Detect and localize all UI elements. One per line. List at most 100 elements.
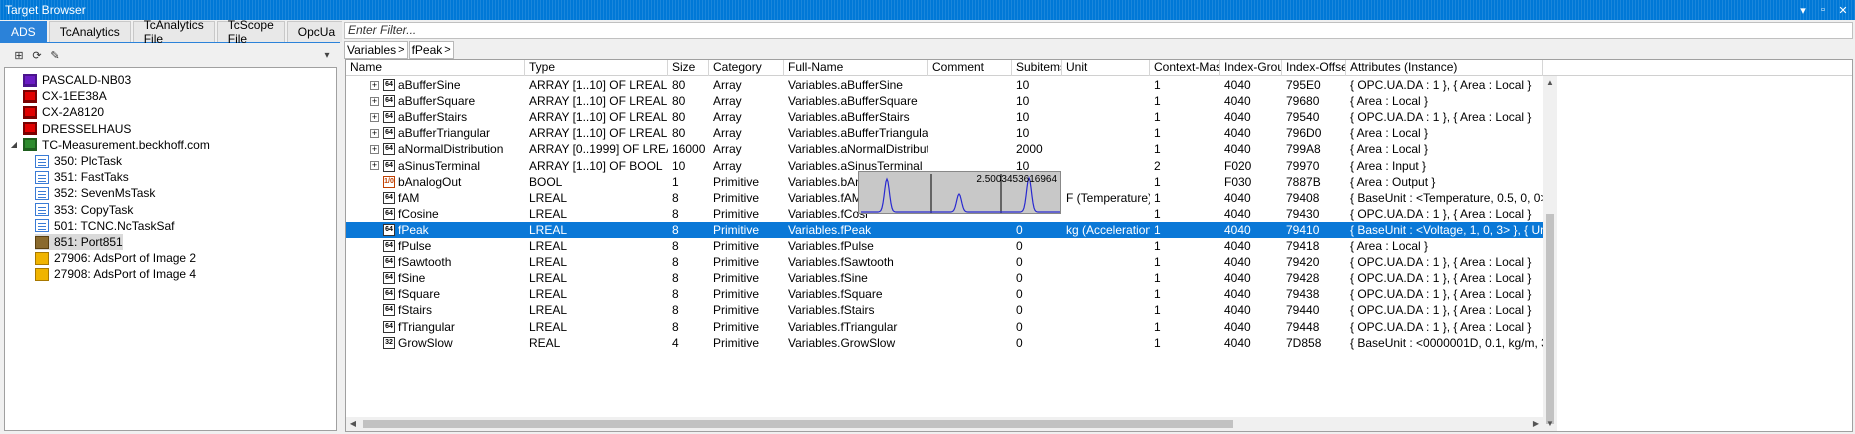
tree-view-icon[interactable]: ⊞ [12, 48, 26, 62]
cell-fullname: Variables.fSawtooth [788, 255, 894, 270]
tree-item[interactable]: 350: PlcTask [35, 153, 122, 169]
expand-icon[interactable]: + [370, 144, 379, 154]
variable-name: fAM [398, 190, 420, 205]
tab-tcscope-file[interactable]: TcScope File [216, 18, 285, 46]
column-header-unit[interactable]: Unit [1062, 60, 1150, 76]
tree-item[interactable]: 27908: AdsPort of Image 4 [35, 266, 196, 282]
column-header-index-offset[interactable]: Index-Offset [1282, 60, 1346, 76]
tree-item[interactable]: 851: Port851 [35, 234, 123, 250]
tree-item[interactable]: ◢ TC-Measurement.beckhoff.com [9, 137, 210, 153]
breadcrumb-item[interactable]: Variables > [344, 41, 408, 59]
column-header-category[interactable]: Category [709, 60, 784, 76]
column-header-attributes-instance[interactable]: Attributes (Instance) [1346, 60, 1543, 76]
scroll-left-icon[interactable]: ◀ [346, 417, 360, 431]
wrench-icon[interactable]: ✎ [48, 48, 62, 62]
target-tree[interactable]: PASCALD-NB03 CX-1EE38A CX-2A8120 DRESSELHAU… [4, 67, 337, 431]
lreal-variable-icon: 64 [383, 159, 395, 172]
scroll-up-icon[interactable]: ▲ [1543, 76, 1557, 90]
column-header-context-mask[interactable]: Context-Mask [1150, 60, 1220, 76]
expand-icon[interactable]: + [370, 161, 379, 170]
expand-icon[interactable]: + [370, 128, 379, 138]
table-row[interactable]: +64 aNormalDistribution ARRAY [0..1999] OF… [346, 141, 1553, 157]
pin-icon[interactable]: ▾ [320, 48, 334, 62]
breadcrumb-chevron-icon[interactable]: > [444, 44, 450, 56]
expand-icon[interactable]: + [370, 112, 379, 122]
table-row[interactable]: 64 fSine LREAL 8 Primitive Variables.fSine 0 1 4… [346, 270, 1553, 286]
vertical-scroll-thumb[interactable] [1546, 214, 1554, 424]
cell-ig: 4040 [1224, 126, 1251, 141]
cell-ctx: 1 [1154, 255, 1161, 270]
tree-item[interactable]: 351: FastTaks [35, 169, 129, 185]
cell-ig: F020 [1224, 158, 1252, 173]
table-row[interactable]: +64 aBufferSquare ARRAY [1..10] OF LREAL 80… [346, 93, 1553, 109]
expand-icon[interactable]: + [370, 96, 379, 106]
horizontal-scrollbar[interactable]: ◀ ▶ [346, 417, 1543, 431]
tree-item[interactable]: CX-1EE38A [9, 88, 107, 104]
tree-item[interactable]: CX-2A8120 [9, 104, 104, 120]
vertical-scrollbar[interactable]: ▲ ▼ [1543, 76, 1557, 431]
tree-item[interactable]: 352: SevenMsTask [35, 185, 155, 201]
collapse-icon[interactable]: ◢ [9, 140, 19, 149]
name-cell: 64 fSawtooth [346, 254, 525, 270]
name-cell: 64 fSine [346, 270, 525, 286]
table-row[interactable]: 64 fPulse LREAL 8 Primitive Variables.fPulse 0… [346, 238, 1553, 254]
cell-unit [1062, 270, 1150, 286]
table-row[interactable]: +64 aBufferSine ARRAY [1..10] OF LREAL 80 Ar… [346, 77, 1553, 93]
scroll-down-icon[interactable]: ▼ [1543, 417, 1557, 431]
table-row[interactable]: 64 fSquare LREAL 8 Primitive Variables.fSquar… [346, 286, 1553, 302]
table-row[interactable]: 64 fTriangular LREAL 8 Primitive Variables.fT… [346, 319, 1553, 335]
cell-io: 79428 [1286, 271, 1320, 286]
cell-attr: { BaseUnit : <Temperature, 0.5, 0, 0> },… [1350, 190, 1543, 205]
cell-ig: 4040 [1224, 335, 1251, 350]
tab-ads[interactable]: ADS [0, 21, 47, 42]
cell-type: ARRAY [1..10] OF LREAL [529, 94, 668, 109]
cell-subitems: 0 [1016, 239, 1023, 253]
table-row[interactable]: 32 GrowSlow REAL 4 Primitive Variables.GrowSl… [346, 335, 1553, 351]
refresh-icon[interactable]: ⟳ [30, 48, 44, 62]
cell-subitems: 10 [1016, 110, 1030, 125]
dropdown-icon[interactable]: ▾ [1795, 2, 1811, 18]
table-row[interactable]: +64 aBufferTriangular ARRAY [1..10] OF LRE… [346, 125, 1553, 141]
expand-icon[interactable]: + [370, 80, 379, 90]
pin-icon[interactable]: ▫ [1815, 2, 1831, 18]
tree-item[interactable]: 27906: AdsPort of Image 2 [35, 250, 196, 266]
column-header-type[interactable]: Type [525, 60, 668, 76]
column-header-size[interactable]: Size [668, 60, 709, 76]
column-header-name[interactable]: Name [346, 60, 525, 76]
name-cell: 64 fAM [346, 190, 525, 206]
tab-tcanalytics[interactable]: TcAnalytics [48, 21, 131, 42]
breadcrumb-chevron-icon[interactable]: > [398, 44, 404, 56]
cell-ig: 4040 [1224, 222, 1251, 237]
column-header-full-name[interactable]: Full-Name [784, 60, 928, 76]
close-icon[interactable]: ✕ [1835, 2, 1851, 18]
tree-item[interactable]: DRESSELHAUS [9, 121, 131, 137]
name-cell: +64 aBufferTriangular [346, 125, 525, 141]
column-header-subitems[interactable]: Subitems [1012, 60, 1062, 76]
tab-tcanalytics-file[interactable]: TcAnalytics File [132, 18, 215, 46]
cell-ctx: 1 [1154, 206, 1161, 221]
monitor-green-icon [23, 138, 37, 152]
horizontal-scroll-thumb[interactable] [363, 420, 1233, 428]
scroll-right-icon[interactable]: ▶ [1529, 417, 1543, 431]
cell-type: LREAL [529, 222, 568, 237]
tree-item[interactable]: 501: TCNC.NcTaskSaf [35, 218, 175, 234]
name-cell: 64 fSquare [346, 286, 525, 302]
tree-item-label: 851: Port851 [54, 235, 123, 249]
table-row[interactable]: 64 fPeak LREAL 8 Primitive Variables.fPeak 0 kg… [346, 221, 1553, 238]
cell-size: 80 [672, 94, 686, 109]
tree-item[interactable]: PASCALD-NB03 [9, 72, 131, 88]
table-row[interactable]: 64 fSawtooth LREAL 8 Primitive Variables.fSaw… [346, 254, 1553, 270]
variable-name: aBufferTriangular [398, 126, 491, 141]
column-header-index-group[interactable]: Index-Group [1220, 60, 1282, 76]
cell-fullname: Variables.aNormalDistribution [788, 142, 928, 157]
filter-input[interactable]: Enter Filter... [344, 22, 1853, 39]
cell-size: 1 [672, 174, 679, 189]
table-row[interactable]: +64 aBufferStairs ARRAY [1..10] OF LREAL 80… [346, 109, 1553, 125]
cell-category: Array [713, 78, 742, 92]
tree-item[interactable]: 353: CopyTask [35, 202, 133, 218]
column-header-comment[interactable]: Comment [928, 60, 1012, 76]
lreal-variable-icon: 64 [383, 288, 395, 301]
breadcrumb-item[interactable]: fPeak > [408, 41, 454, 59]
table-row[interactable]: 64 fStairs LREAL 8 Primitive Variables.fStair… [346, 302, 1553, 318]
tab-opcua[interactable]: OpcUa [286, 21, 347, 42]
